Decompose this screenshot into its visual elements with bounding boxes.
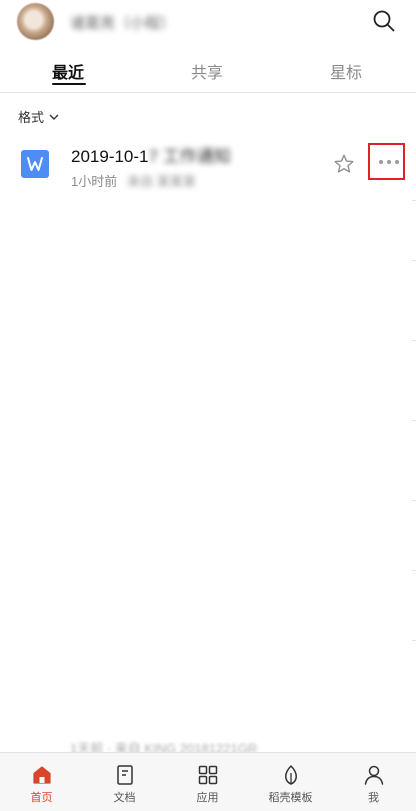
more-options-button[interactable] <box>368 143 405 180</box>
file-name: 2019-10-17 工作通知 <box>71 142 231 167</box>
format-filter[interactable]: 格式 <box>18 107 60 126</box>
nav-apps-label: 应用 <box>196 792 219 804</box>
star-button[interactable] <box>333 153 355 175</box>
nav-home[interactable]: 首页 <box>0 753 83 811</box>
format-filter-label: 格式 <box>18 110 45 125</box>
leaf-icon <box>285 765 297 785</box>
active-tab-indicator <box>52 83 86 85</box>
apps-grid-icon <box>198 765 218 785</box>
word-doc-icon <box>21 150 49 178</box>
tab-recent[interactable]: 最近 <box>52 59 84 83</box>
scroll-edge-marks <box>412 120 416 680</box>
more-dots-icon <box>379 160 399 164</box>
tab-starred[interactable]: 星标 <box>330 59 362 83</box>
nav-profile[interactable]: 我 <box>332 753 415 811</box>
file-meta: 1小时前 来自 某某某 <box>71 171 196 190</box>
nav-profile-label: 我 <box>368 792 379 804</box>
bottom-navigation: 首页 文档 应用 稻壳模板 我 <box>0 752 416 811</box>
list-item[interactable]: 2019-10-17 工作通知 1小时前 来自 某某某 <box>0 128 416 198</box>
nav-templates[interactable]: 稻壳模板 <box>249 753 332 811</box>
nav-apps[interactable]: 应用 <box>166 753 249 811</box>
tab-bar: 最近 共享 星标 <box>0 44 416 93</box>
top-header: 诸葛亮（小程） <box>0 0 416 44</box>
star-icon <box>334 154 354 173</box>
file-source: 来自 某某某 <box>127 174 196 189</box>
username: 诸葛亮（小程） <box>70 15 176 32</box>
user-icon <box>364 765 384 785</box>
avatar[interactable] <box>17 3 54 40</box>
tab-shared[interactable]: 共享 <box>191 59 223 83</box>
file-time: 1小时前 <box>71 174 118 189</box>
nav-home-label: 首页 <box>30 792 53 804</box>
search-button[interactable] <box>372 9 396 33</box>
file-name-visible: 2019-10-1 <box>71 147 149 166</box>
home-icon <box>33 766 51 784</box>
nav-documents[interactable]: 文档 <box>83 753 166 811</box>
nav-templates-label: 稻壳模板 <box>268 792 313 804</box>
nav-documents-label: 文档 <box>113 792 136 804</box>
document-icon <box>117 765 133 785</box>
search-icon <box>373 10 395 32</box>
file-name-obscured: 7 工作通知 <box>148 147 231 166</box>
chevron-down-icon <box>49 114 59 120</box>
